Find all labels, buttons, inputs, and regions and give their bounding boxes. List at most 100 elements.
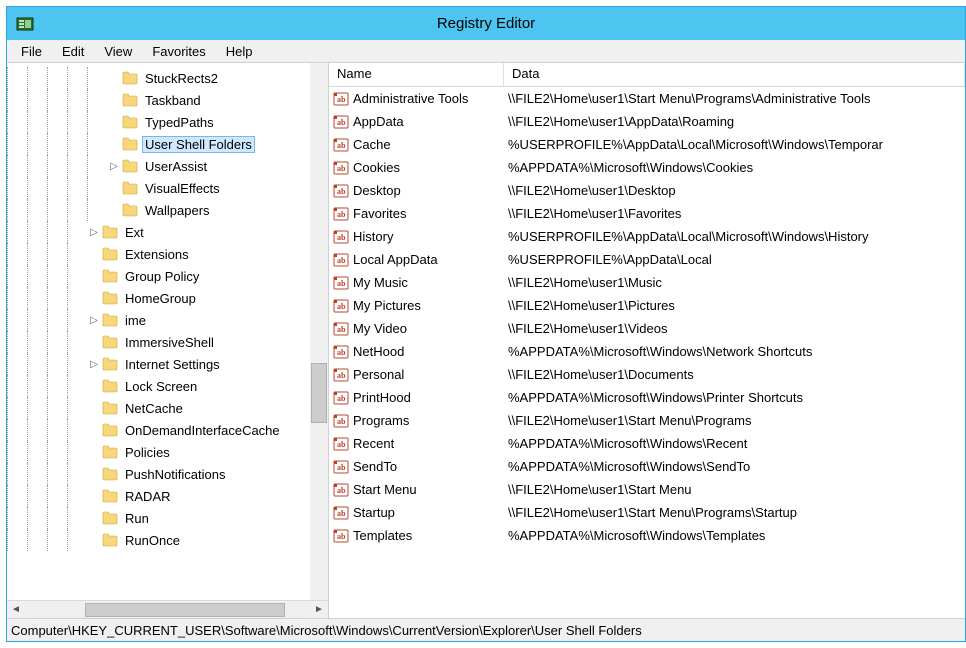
value-name: Startup [353, 505, 508, 520]
expander-icon [107, 203, 121, 217]
list-item[interactable]: abAppData\\FILE2\Home\user1\AppData\Roam… [329, 110, 965, 133]
list-item[interactable]: abDesktop\\FILE2\Home\user1\Desktop [329, 179, 965, 202]
list-item[interactable]: abPrograms\\FILE2\Home\user1\Start Menu\… [329, 409, 965, 432]
svg-text:ab: ab [337, 164, 346, 173]
svg-text:ab: ab [337, 394, 346, 403]
list-item[interactable]: abStart Menu\\FILE2\Home\user1\Start Men… [329, 478, 965, 501]
tree-item[interactable]: ▷Internet Settings [7, 353, 328, 375]
svg-text:ab: ab [337, 371, 346, 380]
tree-item[interactable]: Wallpapers [7, 199, 328, 221]
list-item[interactable]: abRecent%APPDATA%\Microsoft\Windows\Rece… [329, 432, 965, 455]
list-item[interactable]: abCache%USERPROFILE%\AppData\Local\Micro… [329, 133, 965, 156]
list-item[interactable]: abCookies%APPDATA%\Microsoft\Windows\Coo… [329, 156, 965, 179]
tree-item-label: Taskband [142, 92, 204, 109]
tree-item-label: VisualEffects [142, 180, 223, 197]
value-name: My Video [353, 321, 508, 336]
tree-item[interactable]: Group Policy [7, 265, 328, 287]
tree-item[interactable]: VisualEffects [7, 177, 328, 199]
list-item[interactable]: abMy Video\\FILE2\Home\user1\Videos [329, 317, 965, 340]
value-data: \\FILE2\Home\user1\Videos [508, 321, 965, 336]
tree-item[interactable]: ▷UserAssist [7, 155, 328, 177]
value-name: Personal [353, 367, 508, 382]
list-item[interactable]: abMy Music\\FILE2\Home\user1\Music [329, 271, 965, 294]
list-item[interactable]: abStartup\\FILE2\Home\user1\Start Menu\P… [329, 501, 965, 524]
menu-edit[interactable]: Edit [52, 42, 94, 61]
folder-icon [102, 511, 118, 525]
value-name: AppData [353, 114, 508, 129]
svg-text:ab: ab [337, 210, 346, 219]
folder-icon [122, 159, 138, 173]
tree-item[interactable]: RADAR [7, 485, 328, 507]
folder-icon [122, 203, 138, 217]
tree-item[interactable]: TypedPaths [7, 111, 328, 133]
expander-icon[interactable]: ▷ [87, 313, 101, 327]
value-data: \\FILE2\Home\user1\Music [508, 275, 965, 290]
list-item[interactable]: abSendTo%APPDATA%\Microsoft\Windows\Send… [329, 455, 965, 478]
value-name: Desktop [353, 183, 508, 198]
string-value-icon: ab [333, 252, 349, 268]
list-item[interactable]: abLocal AppData%USERPROFILE%\AppData\Loc… [329, 248, 965, 271]
value-data: \\FILE2\Home\user1\Favorites [508, 206, 965, 221]
tree-item[interactable]: StuckRects2 [7, 67, 328, 89]
string-value-icon: ab [333, 367, 349, 383]
tree-item[interactable]: RunOnce [7, 529, 328, 551]
list-item[interactable]: abNetHood%APPDATA%\Microsoft\Windows\Net… [329, 340, 965, 363]
expander-icon [87, 445, 101, 459]
tree-item-label: Wallpapers [142, 202, 213, 219]
folder-icon [102, 423, 118, 437]
tree-item[interactable]: PushNotifications [7, 463, 328, 485]
value-data: %USERPROFILE%\AppData\Local\Microsoft\Wi… [508, 137, 965, 152]
menu-help[interactable]: Help [216, 42, 263, 61]
tree-item[interactable]: Run [7, 507, 328, 529]
value-name: NetHood [353, 344, 508, 359]
column-header-data[interactable]: Data [504, 63, 965, 86]
tree-vertical-scroll-thumb[interactable] [311, 363, 327, 423]
expander-icon [107, 181, 121, 195]
window: Registry Editor File Edit View Favorites… [6, 6, 966, 642]
list-item[interactable]: abPersonal\\FILE2\Home\user1\Documents [329, 363, 965, 386]
expander-icon[interactable]: ▷ [87, 225, 101, 239]
tree-view[interactable]: StuckRects2 Taskband TypedPathsUser Shell … [7, 63, 328, 600]
list-item[interactable]: abPrintHood%APPDATA%\Microsoft\Windows\P… [329, 386, 965, 409]
menu-file[interactable]: File [11, 42, 52, 61]
list-item[interactable]: abFavorites\\FILE2\Home\user1\Favorites [329, 202, 965, 225]
list-item[interactable]: abHistory%USERPROFILE%\AppData\Local\Mic… [329, 225, 965, 248]
tree-item[interactable]: User Shell Folders [7, 133, 328, 155]
string-value-icon: ab [333, 229, 349, 245]
string-value-icon: ab [333, 390, 349, 406]
tree-item[interactable]: Taskband [7, 89, 328, 111]
titlebar[interactable]: Registry Editor [7, 7, 965, 40]
tree-item[interactable]: OnDemandInterfaceCache [7, 419, 328, 441]
tree-horizontal-scrollbar[interactable]: ◄ ► [7, 600, 328, 618]
list-item[interactable]: abAdministrative Tools\\FILE2\Home\user1… [329, 87, 965, 110]
folder-icon [102, 247, 118, 261]
list-item[interactable]: abMy Pictures\\FILE2\Home\user1\Pictures [329, 294, 965, 317]
tree-item-label: PushNotifications [122, 466, 228, 483]
tree-horizontal-scroll-thumb[interactable] [85, 603, 285, 617]
list-item[interactable]: abTemplates%APPDATA%\Microsoft\Windows\T… [329, 524, 965, 547]
value-data: %APPDATA%\Microsoft\Windows\Cookies [508, 160, 965, 175]
scroll-right-icon[interactable]: ► [310, 601, 328, 619]
scroll-left-icon[interactable]: ◄ [7, 601, 25, 619]
tree-item-label: Lock Screen [122, 378, 200, 395]
svg-text:ab: ab [337, 440, 346, 449]
tree-item[interactable]: Policies [7, 441, 328, 463]
tree-vertical-scrollbar[interactable] [310, 63, 328, 600]
tree-item[interactable]: Extensions [7, 243, 328, 265]
string-value-icon: ab [333, 344, 349, 360]
values-list[interactable]: abAdministrative Tools\\FILE2\Home\user1… [329, 87, 965, 618]
expander-icon[interactable]: ▷ [87, 357, 101, 371]
scroll-track[interactable] [25, 602, 310, 618]
menubar: File Edit View Favorites Help [7, 40, 965, 63]
folder-icon [102, 357, 118, 371]
column-header-name[interactable]: Name [329, 63, 504, 86]
menu-view[interactable]: View [94, 42, 142, 61]
expander-icon[interactable]: ▷ [107, 159, 121, 173]
tree-item[interactable]: NetCache [7, 397, 328, 419]
tree-item[interactable]: ImmersiveShell [7, 331, 328, 353]
tree-item[interactable]: ▷Ext [7, 221, 328, 243]
tree-item[interactable]: ▷ime [7, 309, 328, 331]
menu-favorites[interactable]: Favorites [142, 42, 215, 61]
tree-item[interactable]: HomeGroup [7, 287, 328, 309]
tree-item[interactable]: Lock Screen [7, 375, 328, 397]
